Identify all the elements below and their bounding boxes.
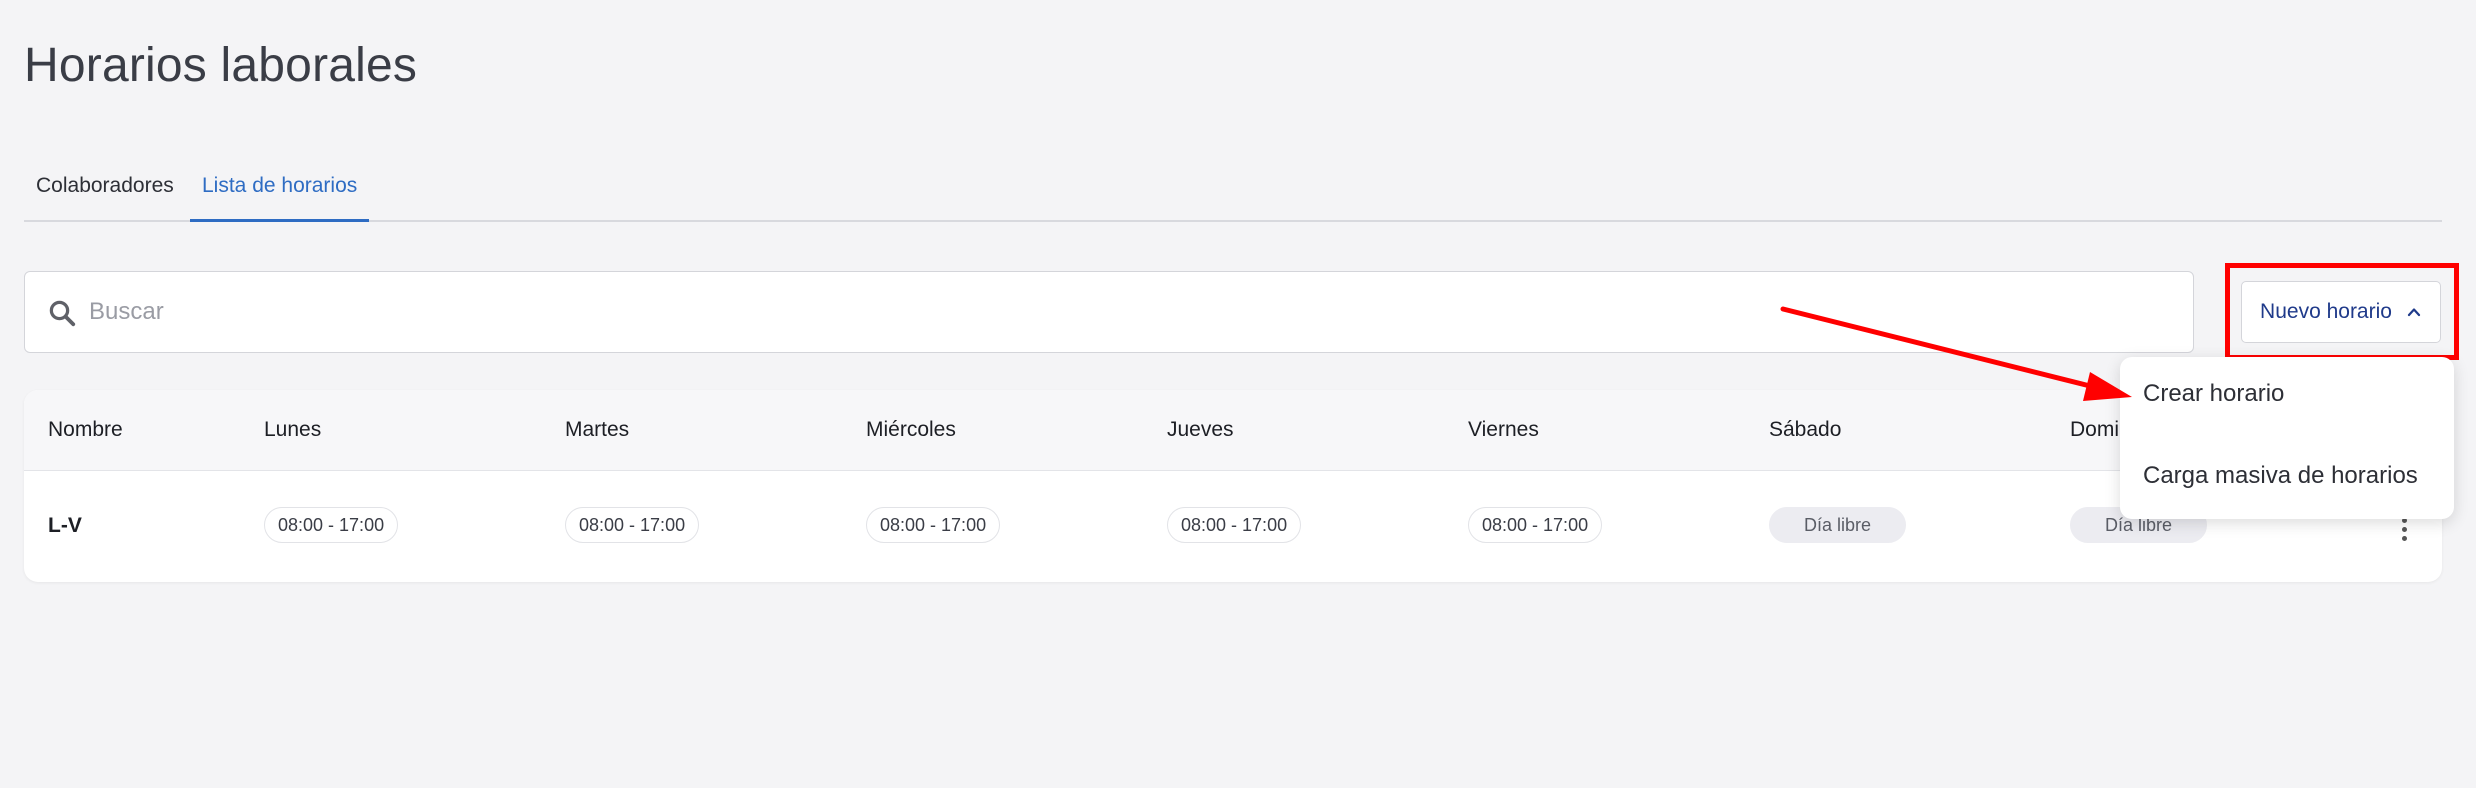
time-range-badge: 08:00 - 17:00 <box>264 507 399 543</box>
column-header-viernes: Viernes <box>1468 418 1539 441</box>
column-header-lunes: Lunes <box>264 418 322 441</box>
search-icon <box>49 300 76 327</box>
day-off-badge: Día libre <box>1769 507 1907 543</box>
schedule-name: L-V <box>48 514 82 537</box>
time-range-badge: 08:00 - 17:00 <box>1167 507 1302 543</box>
column-header-domingo: Domi <box>2070 418 2120 441</box>
menu-item-carga-masiva[interactable]: Carga masiva de horarios <box>2143 462 2418 490</box>
new-schedule-dropdown: Crear horario Carga masiva de horarios <box>2120 357 2454 519</box>
table-header: Nombre Lunes Martes Miércoles Jueves Vie… <box>24 390 2442 471</box>
row-actions-menu-icon[interactable] <box>2394 518 2414 544</box>
time-range-badge: 08:00 - 17:00 <box>866 507 1001 543</box>
column-header-jueves: Jueves <box>1167 418 1234 441</box>
column-header-sabado: Sábado <box>1769 418 1842 441</box>
column-header-martes: Martes <box>565 418 630 441</box>
time-range-badge: 08:00 - 17:00 <box>565 507 700 543</box>
menu-item-crear-horario[interactable]: Crear horario <box>2143 380 2284 408</box>
page-title: Horarios laborales <box>24 39 418 92</box>
annotation-highlight-box <box>2225 263 2459 360</box>
column-header-miercoles: Miércoles <box>866 418 956 441</box>
tab-colaboradores[interactable]: Colaboradores <box>24 172 186 220</box>
search-box[interactable] <box>24 271 2194 353</box>
search-input[interactable] <box>89 290 2169 334</box>
schedules-table: Nombre Lunes Martes Miércoles Jueves Vie… <box>24 390 2442 582</box>
tab-lista-de-horarios[interactable]: Lista de horarios <box>190 172 370 222</box>
tab-bar: Colaboradores Lista de horarios <box>24 150 2442 222</box>
time-range-badge: 08:00 - 17:00 <box>1468 507 1603 543</box>
column-header-nombre: Nombre <box>48 418 123 441</box>
